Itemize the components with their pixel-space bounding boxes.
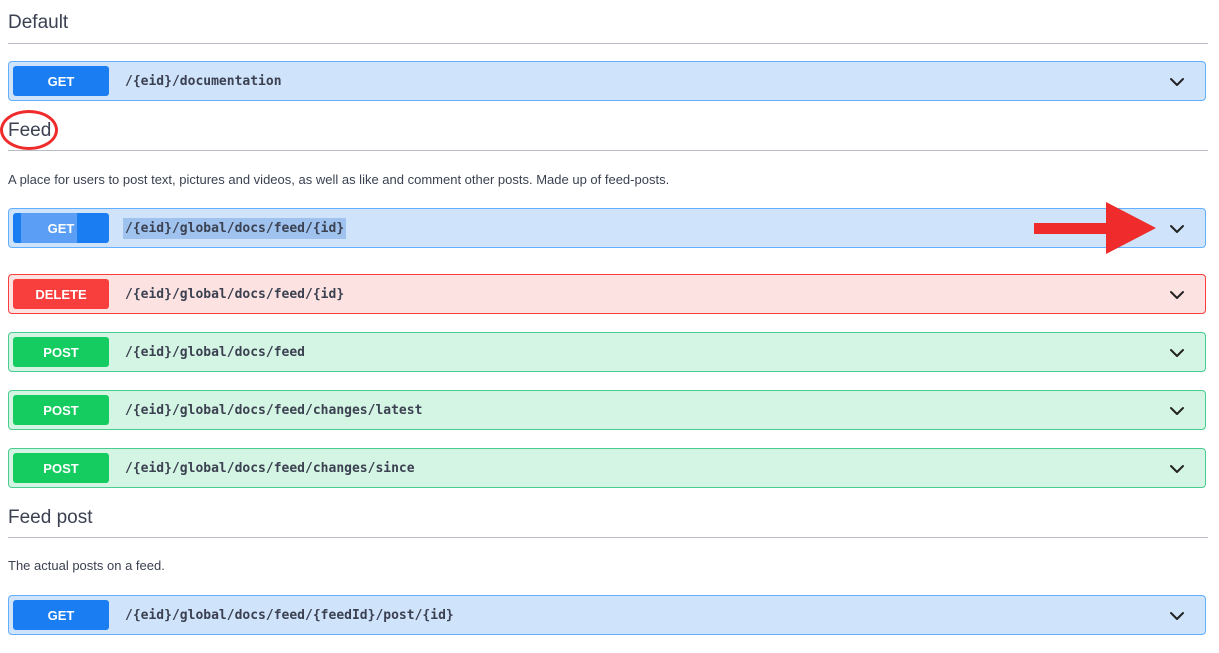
chevron-down-icon[interactable] [1169, 345, 1185, 361]
operation-path: /{eid}/global/docs/feed/changes/since [125, 460, 415, 476]
section-title-feed-post[interactable]: Feed post [8, 506, 93, 530]
section-divider-default [8, 43, 1208, 44]
chevron-down-icon[interactable] [1169, 461, 1185, 477]
operation-path: /{eid}/global/docs/feed/{id} [125, 286, 345, 302]
operation-path: /{eid}/global/docs/feed/changes/latest [125, 402, 423, 418]
operation-get-feed-post-id[interactable]: GET /{eid}/global/docs/feed/{feedId}/pos… [8, 595, 1206, 635]
method-badge-post: POST [13, 337, 109, 367]
chevron-down-icon[interactable] [1169, 608, 1185, 624]
section-divider-feed-post [8, 537, 1208, 538]
operation-post-feed[interactable]: POST /{eid}/global/docs/feed [8, 332, 1206, 372]
api-docs-page: Default GET /{eid}/documentation Feed A … [0, 0, 1219, 653]
section-divider-feed [8, 150, 1208, 151]
operation-path: /{eid}/global/docs/feed/{id} [123, 217, 347, 239]
operation-path: /{eid}/documentation [125, 73, 282, 89]
chevron-down-icon[interactable] [1169, 74, 1185, 90]
method-badge-post: POST [13, 395, 109, 425]
operation-get-feed-id[interactable]: GET /{eid}/global/docs/feed/{id} [8, 208, 1206, 248]
operation-get-documentation[interactable]: GET /{eid}/documentation [8, 61, 1206, 101]
section-description-feed-post: The actual posts on a feed. [8, 558, 165, 573]
operation-post-feed-changes-since[interactable]: POST /{eid}/global/docs/feed/changes/sin… [8, 448, 1206, 488]
section-description-feed: A place for users to post text, pictures… [8, 172, 670, 187]
arrow-right-icon [1034, 202, 1156, 254]
chevron-down-icon[interactable] [1169, 221, 1185, 237]
annotation-circle [0, 110, 58, 150]
chevron-down-icon[interactable] [1169, 287, 1185, 303]
method-badge-get: GET [13, 213, 109, 243]
section-title-default[interactable]: Default [8, 11, 68, 35]
method-badge-get: GET [13, 600, 109, 630]
operation-path: /{eid}/global/docs/feed [125, 344, 306, 360]
chevron-down-icon[interactable] [1169, 403, 1185, 419]
method-badge-get: GET [13, 66, 109, 96]
operation-post-feed-changes-latest[interactable]: POST /{eid}/global/docs/feed/changes/lat… [8, 390, 1206, 430]
operation-path: /{eid}/global/docs/feed/{feedId}/post/{i… [125, 607, 454, 623]
method-badge-delete: DELETE [13, 279, 109, 309]
operation-delete-feed-id[interactable]: DELETE /{eid}/global/docs/feed/{id} [8, 274, 1206, 314]
method-badge-post: POST [13, 453, 109, 483]
